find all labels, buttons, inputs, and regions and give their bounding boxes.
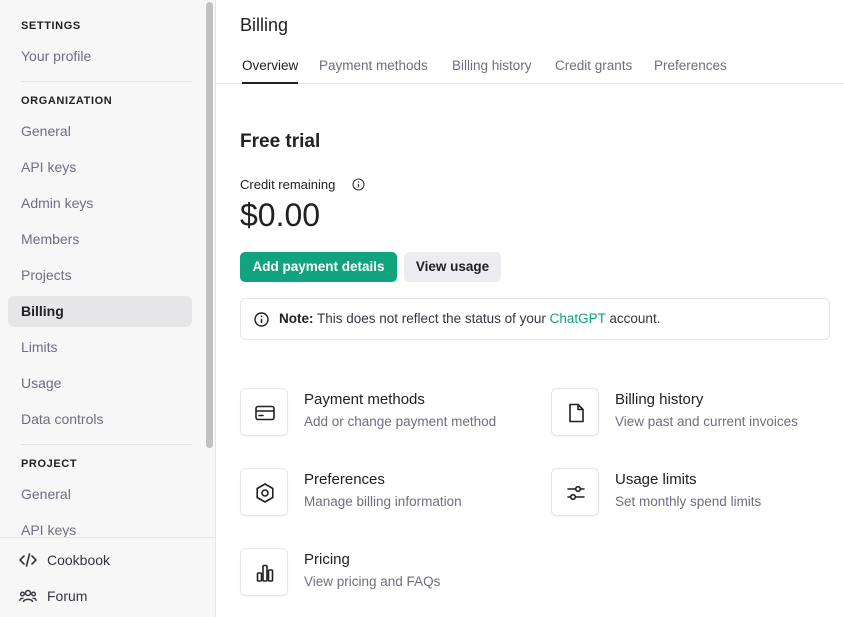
sidebar-nav: SETTINGS Your profile ORGANIZATION Gener… [0, 0, 204, 537]
cookbook-label: Cookbook [47, 552, 111, 568]
add-payment-details-button[interactable]: Add payment details [240, 252, 397, 282]
card-preferences[interactable]: Preferences Manage billing information [240, 468, 520, 518]
tab-bar: Overview Payment methods Billing history… [216, 54, 844, 84]
sidebar-divider [21, 444, 192, 445]
sidebar-item-data-controls[interactable]: Data controls [8, 404, 192, 435]
main-content: Billing Overview Payment methods Billing… [216, 0, 844, 617]
view-usage-button[interactable]: View usage [404, 252, 501, 282]
people-icon [19, 589, 37, 603]
sidebar: SETTINGS Your profile ORGANIZATION Gener… [0, 0, 216, 617]
sidebar-item-general[interactable]: General [8, 116, 192, 147]
sidebar-item-project-general[interactable]: General [8, 479, 192, 510]
note-text: This does not reflect the status of your [313, 311, 550, 326]
note-text-end: account. [605, 311, 661, 326]
code-icon [19, 553, 37, 567]
chatgpt-link[interactable]: ChatGPT [550, 311, 606, 326]
info-icon[interactable] [352, 178, 365, 191]
tab-overview[interactable]: Overview [242, 58, 299, 84]
section-head-settings: SETTINGS [21, 20, 81, 32]
tab-billing-history[interactable]: Billing history [452, 58, 532, 84]
card-icon-box [240, 388, 288, 436]
card-desc: Set monthly spend limits [615, 494, 762, 509]
card-icon-box [551, 468, 599, 516]
sidebar-item-api-keys[interactable]: API keys [8, 152, 192, 183]
sidebar-scrollbar-thumb[interactable] [206, 2, 213, 448]
sidebar-item-projects[interactable]: Projects [8, 260, 192, 291]
section-head-project: PROJECT [21, 458, 78, 470]
cookbook-link[interactable]: Cookbook [8, 545, 198, 575]
card-desc: View past and current invoices [615, 414, 798, 429]
forum-label: Forum [47, 588, 88, 604]
document-icon [569, 403, 584, 423]
card-billing-history[interactable]: Billing history View past and current in… [551, 388, 831, 438]
credit-card-icon [255, 405, 275, 421]
sidebar-item-usage[interactable]: Usage [8, 368, 192, 399]
tab-preferences[interactable]: Preferences [654, 58, 727, 84]
sidebar-item-project-api-keys[interactable]: API keys [8, 515, 192, 537]
note-prefix: Note: [279, 311, 314, 326]
sidebar-item-limits[interactable]: Limits [8, 332, 192, 363]
card-title: Billing history [615, 391, 704, 408]
card-payment-methods[interactable]: Payment methods Add or change payment me… [240, 388, 520, 438]
card-desc: View pricing and FAQs [304, 574, 441, 589]
card-pricing[interactable]: Pricing View pricing and FAQs [240, 548, 520, 598]
tab-payment-methods[interactable]: Payment methods [319, 58, 428, 84]
card-icon-box [240, 468, 288, 516]
bar-chart-icon [256, 564, 274, 582]
sidebar-footer: Cookbook Forum [0, 537, 215, 617]
note-banner: Note: This does not reflect the status o… [240, 298, 830, 340]
sidebar-item-members[interactable]: Members [8, 224, 192, 255]
sidebar-item-admin-keys[interactable]: Admin keys [8, 188, 192, 219]
card-icon-box [551, 388, 599, 436]
credit-remaining-label: Credit remaining [240, 177, 336, 192]
tab-credit-grants[interactable]: Credit grants [555, 58, 632, 84]
card-title: Pricing [304, 551, 350, 568]
card-title: Preferences [304, 471, 385, 488]
card-desc: Manage billing information [304, 494, 462, 509]
credit-amount: $0.00 [240, 197, 321, 233]
card-icon-box [240, 548, 288, 596]
gear-icon [256, 483, 274, 503]
card-title: Usage limits [615, 471, 697, 488]
sidebar-item-billing[interactable]: Billing [8, 296, 192, 327]
card-desc: Add or change payment method [304, 414, 497, 429]
plan-title: Free trial [240, 131, 321, 152]
sidebar-item-your-profile[interactable]: Your profile [8, 41, 192, 72]
sliders-icon [567, 485, 585, 501]
page-title: Billing [240, 15, 289, 35]
section-head-organization: ORGANIZATION [21, 95, 113, 107]
sidebar-divider [21, 81, 192, 82]
card-usage-limits[interactable]: Usage limits Set monthly spend limits [551, 468, 831, 518]
forum-link[interactable]: Forum [8, 581, 198, 611]
card-title: Payment methods [304, 391, 425, 408]
info-icon [254, 312, 269, 327]
